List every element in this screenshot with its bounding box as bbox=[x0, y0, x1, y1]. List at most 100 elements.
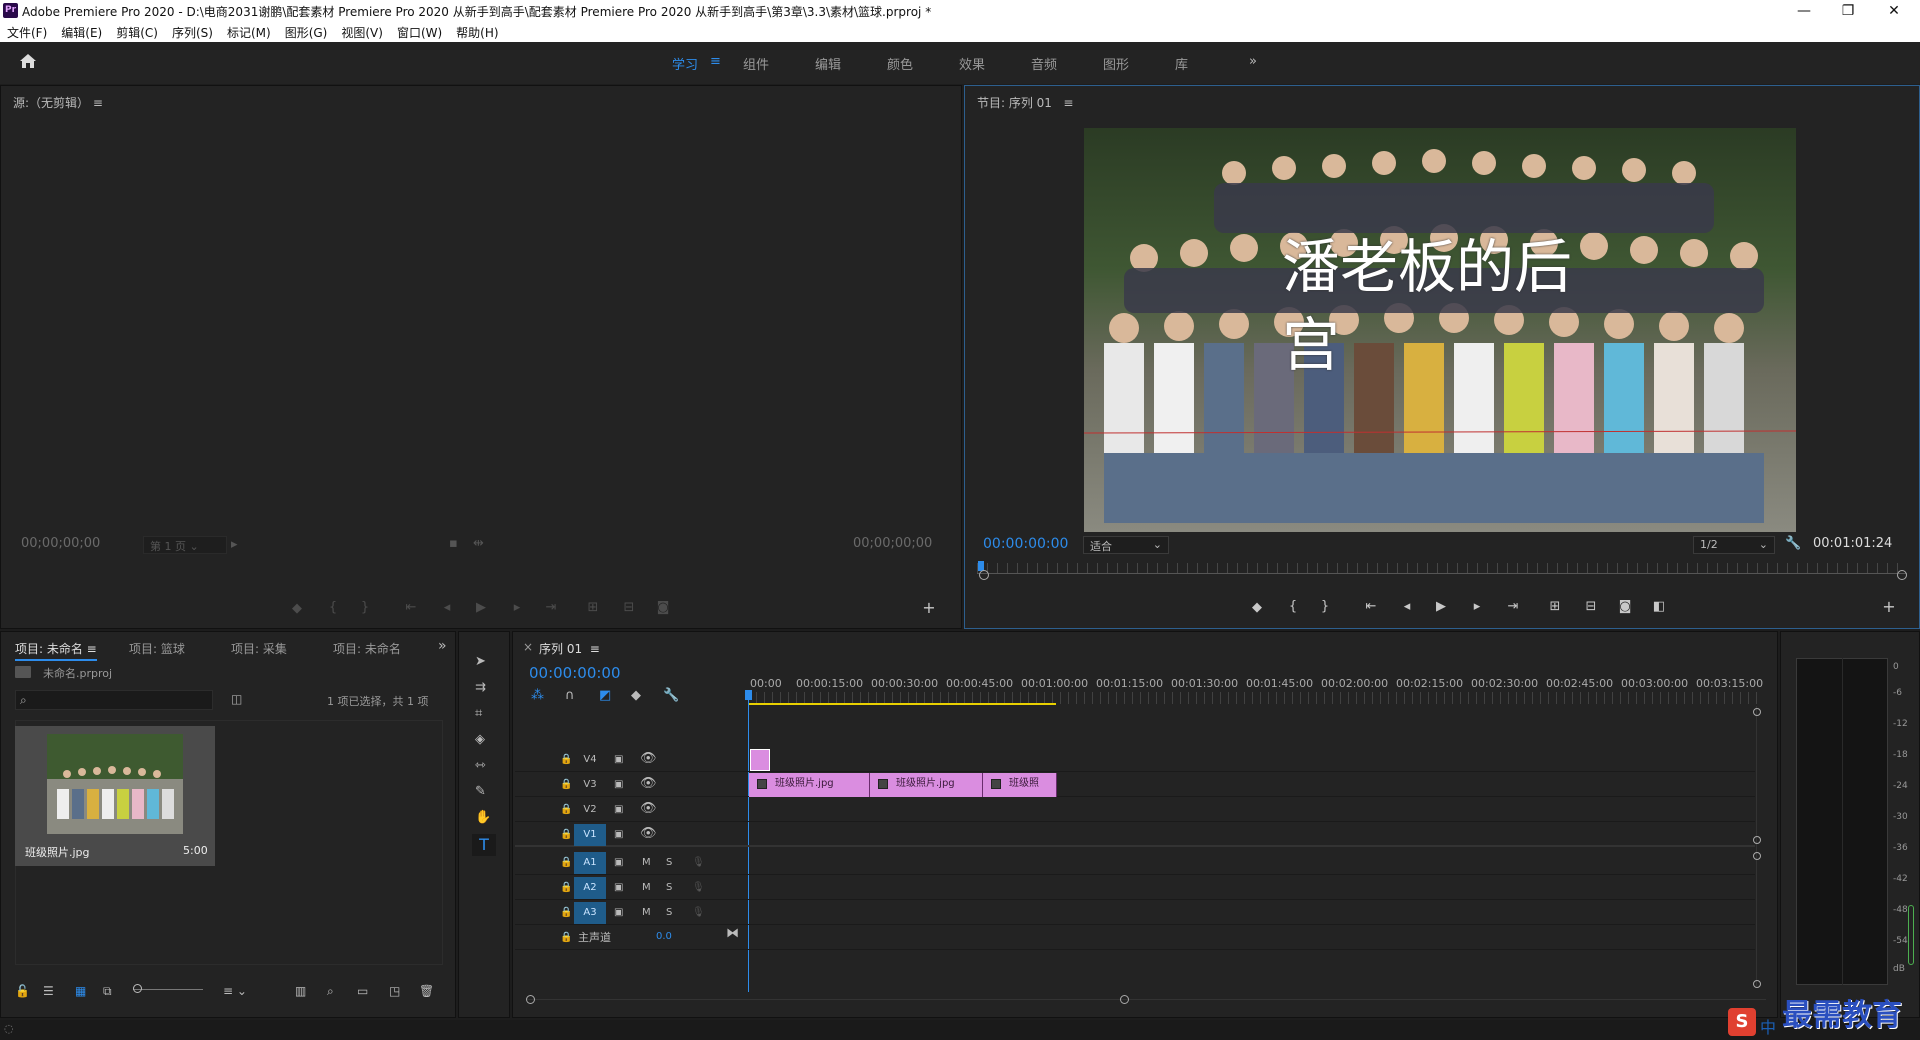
source-page-select[interactable]: 第 1 页 ⌄ bbox=[143, 536, 227, 554]
mark-in-icon[interactable]: { bbox=[1283, 599, 1303, 614]
timeline-clip[interactable]: 班级照片.jpg bbox=[749, 773, 870, 797]
extract-icon[interactable]: ⊟ bbox=[1581, 599, 1601, 614]
step-forward-icon[interactable]: ▸ bbox=[1467, 599, 1487, 614]
menu-file[interactable]: 文件(F) bbox=[0, 22, 54, 41]
scroll-handle-right[interactable] bbox=[1897, 570, 1907, 580]
source-panel-menu-icon[interactable]: ≡ bbox=[93, 96, 103, 110]
go-to-in-icon[interactable]: ⇤ bbox=[1361, 599, 1381, 614]
go-to-end-icon[interactable]: ⧓ bbox=[726, 926, 739, 942]
add-button-icon[interactable]: + bbox=[1879, 597, 1899, 616]
lock-icon[interactable]: 🔓 bbox=[15, 984, 30, 998]
menu-clip[interactable]: 剪辑(C) bbox=[109, 22, 165, 41]
mute-button[interactable]: M bbox=[642, 905, 651, 921]
fit-select[interactable]: 适合 ⌄ bbox=[1083, 536, 1169, 554]
list-view-icon[interactable]: ☰ bbox=[43, 984, 54, 998]
freeform-view-icon[interactable]: ⧉ bbox=[103, 984, 112, 999]
linked-selection-icon[interactable]: ◩ bbox=[599, 688, 611, 704]
mute-button[interactable]: M bbox=[642, 880, 651, 896]
vertical-scroll-track[interactable] bbox=[1756, 706, 1757, 986]
overlay-title-line-1[interactable]: 潘老板的后 bbox=[1282, 220, 1572, 304]
go-to-in-icon[interactable]: ⇤ bbox=[401, 600, 421, 615]
nest-icon[interactable]: ⁂ bbox=[531, 688, 544, 704]
menu-graphics[interactable]: 图形(G) bbox=[278, 22, 335, 41]
ime-logo-icon[interactable]: S bbox=[1728, 1008, 1756, 1036]
step-back-icon[interactable]: ◂ bbox=[437, 600, 457, 615]
find-icon[interactable]: ⌕ bbox=[327, 984, 334, 999]
solo-button[interactable]: S bbox=[666, 880, 672, 896]
new-item-icon[interactable]: ◳ bbox=[389, 984, 400, 998]
step-back-icon[interactable]: ◂ bbox=[1397, 599, 1417, 614]
timeline-timecode[interactable]: 00:00:00:00 bbox=[529, 664, 621, 682]
scroll-handle-left[interactable] bbox=[979, 570, 989, 580]
menu-window[interactable]: 窗口(W) bbox=[390, 22, 449, 41]
horizontal-scroll-handle[interactable] bbox=[1120, 995, 1129, 1004]
program-scrubber[interactable] bbox=[977, 561, 1907, 583]
razor-tool-icon[interactable]: ◈ bbox=[475, 732, 485, 748]
sync-lock-icon[interactable]: ▣ bbox=[614, 880, 623, 896]
mark-out-icon[interactable]: } bbox=[1315, 599, 1335, 614]
vertical-scroll-handle[interactable] bbox=[1753, 708, 1761, 716]
automate-to-sequence-icon[interactable]: ▥ bbox=[295, 984, 306, 998]
project-tab-basketball[interactable]: 项目: 篮球 bbox=[129, 640, 185, 657]
horizontal-scroll-handle[interactable] bbox=[526, 995, 535, 1004]
insert-icon[interactable]: ⊞ bbox=[583, 600, 603, 615]
lock-icon[interactable]: 🔒 bbox=[560, 905, 572, 921]
eye-icon[interactable]: 👁 bbox=[640, 776, 657, 792]
vertical-scroll-handle[interactable] bbox=[1753, 852, 1761, 860]
icon-view-icon[interactable]: ▦ bbox=[75, 984, 86, 998]
vertical-scroll-handle[interactable] bbox=[1753, 980, 1761, 988]
menu-marker[interactable]: 标记(M) bbox=[220, 22, 278, 41]
slip-tool-icon[interactable]: ⇿ bbox=[475, 758, 486, 774]
track-label-a3[interactable]: A3 bbox=[574, 902, 606, 924]
sync-lock-icon[interactable]: ▣ bbox=[614, 855, 623, 871]
track-select-tool-icon[interactable]: ⇉ bbox=[475, 680, 486, 696]
sort-icon[interactable]: ≡ ⌄ bbox=[223, 984, 247, 998]
fit-icon[interactable]: ⇹ bbox=[473, 536, 484, 552]
menu-edit[interactable]: 编辑(E) bbox=[54, 22, 109, 41]
resolution-select[interactable]: 1/2 ⌄ bbox=[1693, 536, 1775, 554]
add-marker-icon[interactable]: ◆ bbox=[287, 601, 307, 616]
microphone-icon[interactable]: 🎙 bbox=[692, 855, 705, 871]
workspace-tab-graphics[interactable]: 图形 bbox=[1103, 54, 1129, 73]
microphone-icon[interactable]: 🎙 bbox=[692, 905, 705, 921]
lock-icon[interactable]: 🔒 bbox=[560, 880, 572, 896]
zoom-slider-handle[interactable] bbox=[133, 984, 142, 993]
workspace-tab-assembly[interactable]: 组件 bbox=[743, 54, 769, 73]
timeline-tab[interactable]: 序列 01 ≡ bbox=[539, 640, 600, 657]
lock-icon[interactable]: 🔒 bbox=[560, 752, 572, 768]
eye-icon[interactable]: 👁 bbox=[640, 826, 657, 842]
lock-icon[interactable]: 🔒 bbox=[560, 930, 572, 946]
workspace-tab-learn[interactable]: 学习 bbox=[672, 54, 698, 73]
go-to-out-icon[interactable]: ⇥ bbox=[1503, 599, 1523, 614]
panel-overflow-icon[interactable]: » bbox=[438, 638, 447, 654]
workspace-tab-editing[interactable]: 编辑 bbox=[815, 54, 841, 73]
program-video-frame[interactable]: 潘老板的后 宫 bbox=[1084, 128, 1796, 532]
home-icon[interactable] bbox=[14, 52, 42, 74]
comparison-view-icon[interactable]: ◧ bbox=[1649, 599, 1669, 614]
export-frame-icon[interactable]: ◙ bbox=[653, 600, 673, 615]
master-volume-value[interactable]: 0.0 bbox=[656, 931, 672, 942]
hand-tool-icon[interactable]: ✋ bbox=[475, 810, 491, 826]
project-item-tile[interactable]: 班级照片.jpg 5:00 bbox=[15, 726, 215, 866]
overlay-title-line-2[interactable]: 宫 bbox=[1282, 298, 1340, 382]
pen-tool-icon[interactable]: ✎ bbox=[475, 784, 486, 800]
workspace-tab-effects[interactable]: 效果 bbox=[959, 54, 985, 73]
mute-button[interactable]: M bbox=[642, 855, 651, 871]
track-label-v3[interactable]: V3 bbox=[574, 774, 606, 796]
lock-icon[interactable]: 🔒 bbox=[560, 802, 572, 818]
snap-icon[interactable]: ∩ bbox=[565, 688, 575, 704]
track-label-a1[interactable]: A1 bbox=[574, 852, 606, 874]
mark-in-icon[interactable]: { bbox=[323, 600, 343, 615]
track-label-v4[interactable]: V4 bbox=[574, 749, 606, 771]
add-marker-icon[interactable]: ◆ bbox=[631, 688, 641, 704]
solo-button[interactable]: S bbox=[666, 855, 672, 871]
workspace-tab-audio[interactable]: 音频 bbox=[1031, 54, 1057, 73]
menu-help[interactable]: 帮助(H) bbox=[449, 22, 505, 41]
workspace-overflow-icon[interactable]: » bbox=[1249, 54, 1257, 69]
track-label-v2[interactable]: V2 bbox=[574, 799, 606, 821]
project-tab-unnamed-2[interactable]: 项目: 未命名 bbox=[333, 640, 401, 657]
timeline-close-icon[interactable]: × bbox=[523, 640, 533, 654]
sync-lock-icon[interactable]: ▣ bbox=[614, 802, 623, 818]
mark-out-icon[interactable]: } bbox=[355, 600, 375, 615]
eye-icon[interactable]: 👁 bbox=[640, 751, 657, 767]
